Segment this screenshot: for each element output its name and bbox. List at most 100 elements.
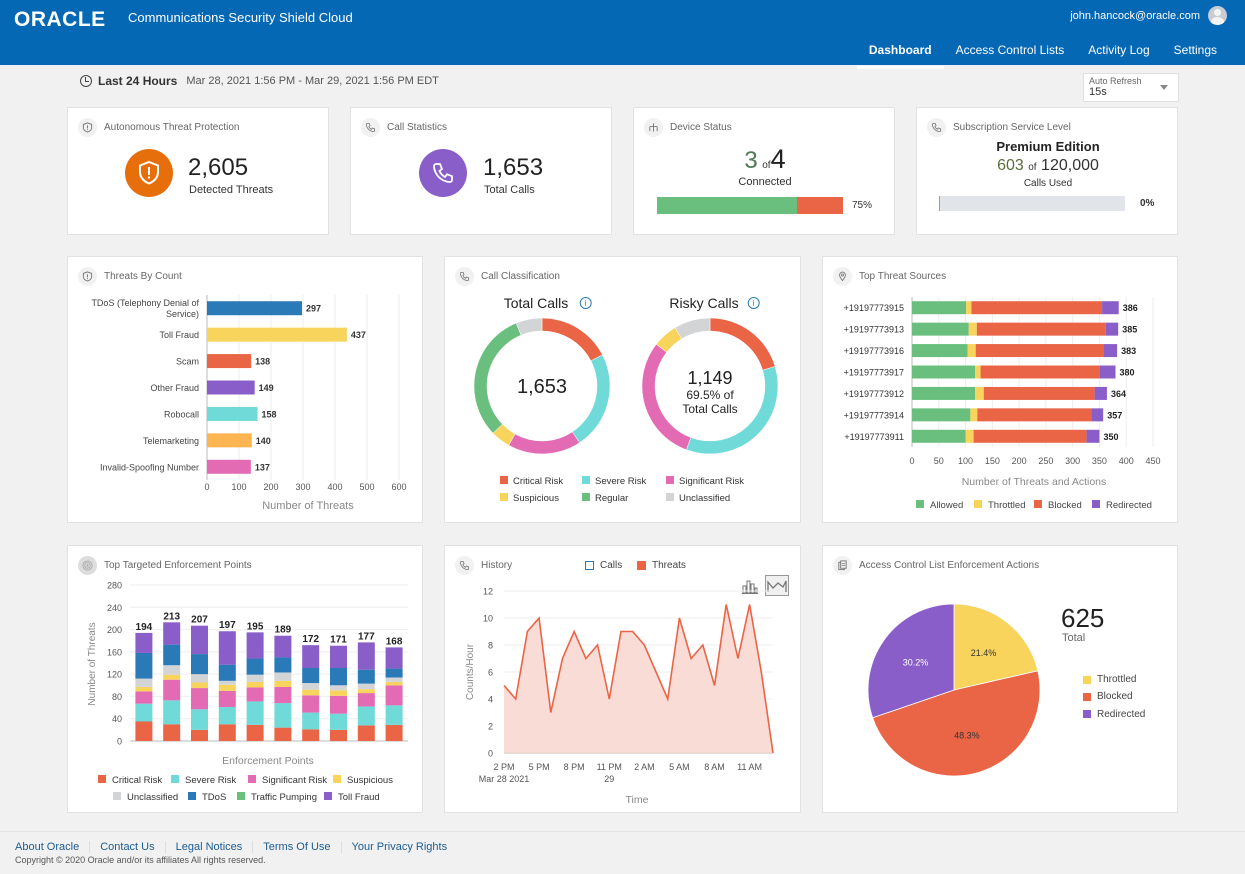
y-tick-label: 12 [483,587,493,597]
subscription-progress-bar [939,196,1125,211]
footer-link-privacy[interactable]: Your Privacy Rights [340,841,458,853]
x-tick-label: 100 [958,456,973,466]
x-tick-label: 8 PM [564,762,585,772]
tab-activity-log[interactable]: Activity Log [1076,40,1161,69]
legend-item-redirected[interactable]: Redirected [1083,707,1145,723]
data-label: 297 [306,304,321,314]
bar-segment [330,690,347,696]
subscription-caption: Calls Used [1023,178,1073,189]
legend-swatch [582,476,590,484]
x-tick-sublabel: Mar 28 2021 [479,774,530,784]
bar-segment [357,642,375,670]
data-label: 168 [386,636,403,647]
slice-label: 21.4% [971,648,997,658]
user-menu[interactable]: john.hancock@oracle.com [1070,6,1227,25]
bar-segment [385,724,403,741]
legend-label: Significant Risk [262,775,327,786]
data-label: 380 [1120,368,1135,378]
bar-segment [274,703,292,728]
footer-link-contact[interactable]: Contact Us [89,841,164,853]
bar-segment [912,386,976,400]
legend-swatch [237,792,245,800]
auto-refresh-select[interactable]: Auto Refresh 15s [1083,73,1179,102]
bar-segment [163,674,181,680]
x-axis-title: Number of Threats and Actions [962,476,1107,488]
footer-link-terms[interactable]: Terms Of Use [252,841,340,853]
bar-segment [163,622,181,645]
x-axis-title: Time [626,794,649,806]
bar-segment [976,322,1106,336]
bar-segment [218,707,236,725]
legend-swatch [1092,500,1100,508]
legend-label: Blocked [1048,500,1082,511]
x-tick-label: 100 [231,482,246,492]
legend-swatch [1034,500,1042,508]
x-tick-label: 450 [1145,456,1160,466]
bar-segment [965,429,974,443]
bar-segment [135,691,153,704]
bar-segment [135,721,153,741]
bar-segment [246,687,264,702]
donut-segment [473,322,522,434]
legend-item-throttled[interactable]: Throttled [1083,672,1136,688]
bar-segment [912,322,969,336]
bar-segment [246,701,264,725]
data-label: 137 [255,462,270,472]
bar-segment [246,658,264,675]
oracle-logo[interactable]: ORACLE [14,6,106,32]
acl-total-value: 625 [1061,603,1105,633]
slice-label: 30.2% [903,657,929,667]
category-label: Toll Fraud [159,330,199,340]
data-label: 207 [191,615,208,626]
card-history: History Calls Threats 0 2 4 6 8 10 12 2 PM Mar 2… [444,545,801,813]
device-connected-label: Connected [738,176,792,188]
bar-segment [135,703,153,722]
y-tick-label: 4 [488,695,493,705]
info-icon-glyph: i [585,299,587,308]
network-icon [644,118,663,137]
subscription-usage: 603 of 120,000 [997,157,1099,174]
bar-segment [274,686,292,704]
bar-segment [302,683,320,690]
footer-link-about[interactable]: About Oracle [15,841,89,853]
legend-swatch [171,775,179,783]
device-progress-bar [657,197,843,214]
donut-title: Risky Calls [669,295,738,311]
y-tick-label: 2 [488,722,493,732]
device-percent: 75% [852,200,873,211]
data-label: 437 [351,330,366,340]
data-label: 197 [219,620,236,631]
data-label: 158 [262,409,277,419]
y-tick-label: 80 [112,692,122,702]
x-tick-label: 350 [1092,456,1107,466]
bar-segment [302,668,320,684]
bar-segment [191,688,208,710]
category-label: +19197773911 [844,432,904,442]
legend-swatch [666,476,674,484]
y-tick-label: 8 [488,641,493,651]
tab-settings[interactable]: Settings [1162,40,1229,69]
donut-segment [674,317,711,340]
footer-link-legal[interactable]: Legal Notices [164,841,253,853]
x-tick-label: 5 AM [669,762,690,772]
legend-swatch [324,792,332,800]
bar-segment [135,678,153,687]
x-tick-label: 300 [295,482,310,492]
legend-item-blocked[interactable]: Blocked [1083,689,1133,705]
avatar[interactable] [1208,6,1227,25]
legend-label: Traffic Pumping [251,792,317,803]
legend-swatch [98,775,106,783]
info-icon-glyph: i [753,299,755,308]
bar-segment [191,729,208,741]
tab-dashboard[interactable]: Dashboard [856,40,944,69]
threat-badge [125,149,173,197]
tab-access-control-lists[interactable]: Access Control Lists [944,40,1077,69]
main-nav: Dashboard Access Control Lists Activity … [856,40,1229,69]
acl-legend: Throttled Blocked Redirected [1083,672,1157,724]
bar-segment [218,684,236,691]
data-label: 149 [259,383,274,393]
bar-segment [191,709,208,730]
bar-segment [330,713,347,730]
phone-icon [433,163,453,183]
bar-segment [191,674,208,683]
